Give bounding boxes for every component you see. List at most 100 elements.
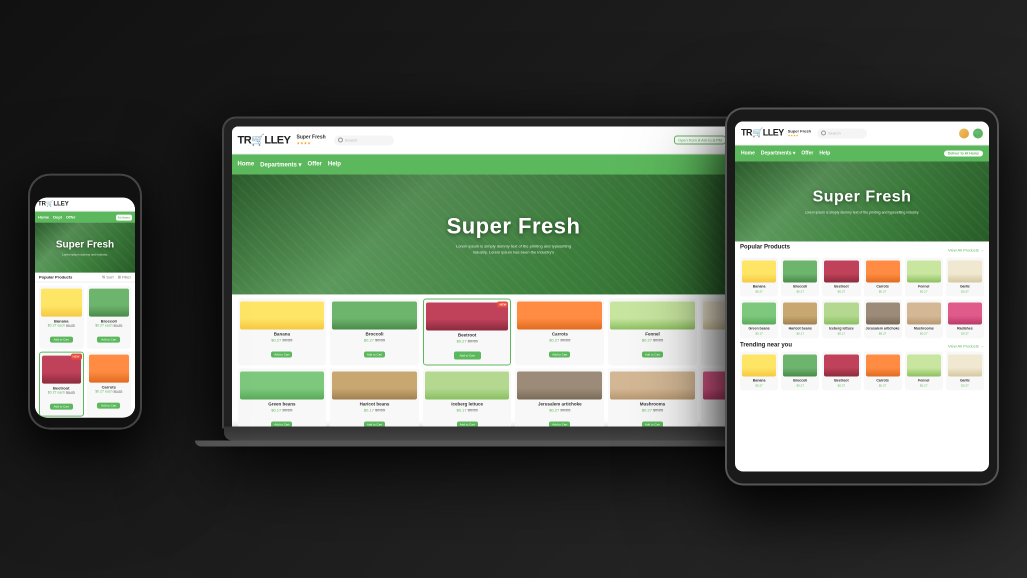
tablet-trend-img-3: [824, 354, 858, 376]
tablet-cart-icon[interactable]: 🛒: [973, 128, 983, 138]
table-row: Jerusalem artichoke $0.27 $0.25 Add to C…: [515, 368, 604, 426]
tablet-product-price: $0.27: [948, 289, 982, 293]
add-to-cart-broccoli[interactable]: Add to Cart: [364, 351, 385, 357]
laptop-nav-help[interactable]: Help: [328, 161, 341, 167]
tablet-product-img-fennel: [907, 260, 941, 282]
product-price-beetroot: $0.27 $0.35: [426, 338, 509, 343]
laptop-nav-offer[interactable]: Offer: [308, 161, 322, 167]
list-item: Carrots $0.27: [864, 351, 902, 390]
product-img-broccoli: [332, 301, 417, 329]
add-to-cart-beans[interactable]: Add to Cart: [271, 421, 292, 426]
tablet-search-icon: [821, 130, 826, 135]
phone-sort-btn[interactable]: ⇅ Sort: [102, 275, 114, 280]
product-price-lettuce: $0.17 $0.25: [425, 407, 510, 412]
tablet-nav-departments[interactable]: Departments ▾: [761, 150, 795, 156]
badge-new-beetroot: NEW: [497, 301, 508, 307]
tablet-product-img-mushroom: [907, 302, 941, 324]
tablet-nav-home[interactable]: Home: [741, 150, 755, 156]
phone-popular-label: Popular Products: [39, 275, 72, 280]
tablet-logo: TR🛒LLEY: [741, 127, 784, 138]
product-name-artichoke: Jerusalem artichoke: [517, 401, 602, 406]
add-to-cart-fennel[interactable]: Add to Cart: [642, 351, 663, 357]
phone-product-img-carrot: [89, 355, 130, 383]
phone-product-img-broccoli: [89, 289, 130, 317]
phone-filter-btn[interactable]: ⊞ Filter: [118, 275, 131, 280]
phone-nav: Home Dept Offer At Homs: [35, 212, 135, 223]
product-name-fennel: Fennel: [610, 331, 695, 336]
phone-product-img-beetroot: [42, 356, 81, 384]
tablet-deliver-badge[interactable]: Deliver to At Homs: [944, 150, 983, 156]
tablet-view-all[interactable]: View All Products →: [948, 247, 984, 252]
tablet-trend-price-3: $0.27: [824, 383, 858, 387]
phone-add-beetroot[interactable]: Add to Cart: [50, 404, 73, 410]
tablet-product-img-radish: [948, 302, 982, 324]
tablet-avatar: [959, 128, 969, 138]
tablet-product-img-beetroot: [824, 260, 858, 282]
tablet-product-name: Carrots: [866, 284, 900, 288]
laptop-search[interactable]: Search: [334, 135, 394, 145]
add-to-cart-carrot[interactable]: Add to Cart: [549, 351, 570, 357]
list-item: Banana $0.27 each $0.35 Add to Cart: [39, 286, 84, 349]
tablet-product-name: Iceberg lettuce: [824, 326, 858, 330]
tablet-product-name: Haricot beans: [783, 326, 817, 330]
list-item: Banana $0.27: [740, 351, 778, 390]
laptop-hero-sub: Lorem ipsum is simply dummy text of the …: [454, 244, 574, 255]
add-to-cart-lettuce[interactable]: Add to Cart: [457, 421, 478, 426]
table-row: Haricot beans $0.17 $0.25 Add to Cart: [330, 368, 419, 426]
phone-screen: TR🛒LLEY Home Dept Offer At Homs Super Fr…: [35, 198, 135, 418]
tablet-trend-price-5: $0.27: [907, 383, 941, 387]
laptop-nav-home[interactable]: Home: [238, 161, 255, 167]
table-row: Banana $0.27 $0.35 Add to Cart: [238, 298, 327, 365]
tablet-trend-img-2: [783, 354, 817, 376]
tablet-view-all-2[interactable]: View All Products →: [948, 343, 984, 348]
phone-nav-home[interactable]: Home: [38, 215, 49, 220]
product-img-mushroom: [610, 371, 695, 399]
add-to-cart-banana[interactable]: Add to Cart: [271, 351, 292, 357]
phone-add-carrot[interactable]: Add to Cart: [97, 403, 120, 409]
tablet-nav-offer[interactable]: Offer: [801, 150, 813, 156]
tablet-header: TR🛒LLEY Super Fresh ★★★★ Search 🛒: [735, 121, 989, 145]
tablet-product-name: Jerusalem artichoke: [866, 326, 900, 330]
tablet-search[interactable]: Search: [817, 128, 867, 138]
add-to-cart-beetroot[interactable]: Add to Cart: [454, 351, 481, 359]
tablet-product-price: $0.27: [948, 331, 982, 335]
tablet-product-name: Fennel: [907, 284, 941, 288]
phone-nav-dept[interactable]: Dept: [53, 215, 62, 220]
list-item: Mushrooms $0.27: [905, 299, 943, 338]
tablet-trend-img-1: [742, 354, 776, 376]
list-item: Banana $0.27: [740, 257, 778, 296]
phone-notch: [65, 186, 105, 194]
tablet-product-name: Beetroot: [824, 284, 858, 288]
tablet-trending-section: Trending near you View All Products → Ba…: [740, 342, 984, 390]
phone-add-banana[interactable]: Add to Cart: [50, 337, 73, 343]
tablet-product-img-artichoke: [866, 302, 900, 324]
tablet-product-price: $0.27: [783, 289, 817, 293]
laptop-nav-departments[interactable]: Departments ▾: [260, 161, 301, 168]
phone-deliver-badge[interactable]: At Homs: [116, 214, 132, 220]
laptop-hero: Super Fresh Lorem ipsum is simply dummy …: [232, 174, 796, 294]
add-to-cart-haricot[interactable]: Add to Cart: [364, 421, 385, 426]
tablet-product-name: Banana: [742, 284, 776, 288]
product-name-haricot: Haricot beans: [332, 401, 417, 406]
tablet-screen: TR🛒LLEY Super Fresh ★★★★ Search 🛒: [735, 121, 989, 471]
tablet-trend-name-2: Broccoli: [783, 378, 817, 382]
add-to-cart-artichoke[interactable]: Add to Cart: [549, 421, 570, 426]
add-to-cart-mushroom[interactable]: Add to Cart: [642, 421, 663, 426]
tablet-product-img-carrot: [866, 260, 900, 282]
tablet-product-name: Mushrooms: [907, 326, 941, 330]
tablet-product-img-beans: [742, 302, 776, 324]
list-item: Carrots $0.27: [864, 257, 902, 296]
phone-add-broccoli[interactable]: Add to Cart: [97, 337, 120, 343]
tablet-trending-grid: Banana $0.27 Broccoli $0.27 Beetroot: [740, 351, 984, 390]
tablet-nav-help[interactable]: Help: [819, 150, 830, 156]
tablet-products: Popular Products View All Products → Ban…: [735, 241, 989, 393]
table-row: Broccoli $0.27 $0.35 Add to Cart: [330, 298, 419, 365]
product-price-fennel: $0.27 $0.25: [610, 337, 695, 342]
product-price-beans: $0.17 $0.25: [240, 407, 325, 412]
phone-product-price-beetroot: $0.27 each $0.35: [42, 391, 81, 395]
phone-product-img-banana: [41, 289, 82, 317]
product-name-beetroot: Beetroot: [426, 332, 509, 337]
tablet-product-img-lettuce: [824, 302, 858, 324]
tablet-hero-title: Super Fresh: [813, 188, 912, 206]
phone-nav-offer[interactable]: Offer: [66, 215, 76, 220]
